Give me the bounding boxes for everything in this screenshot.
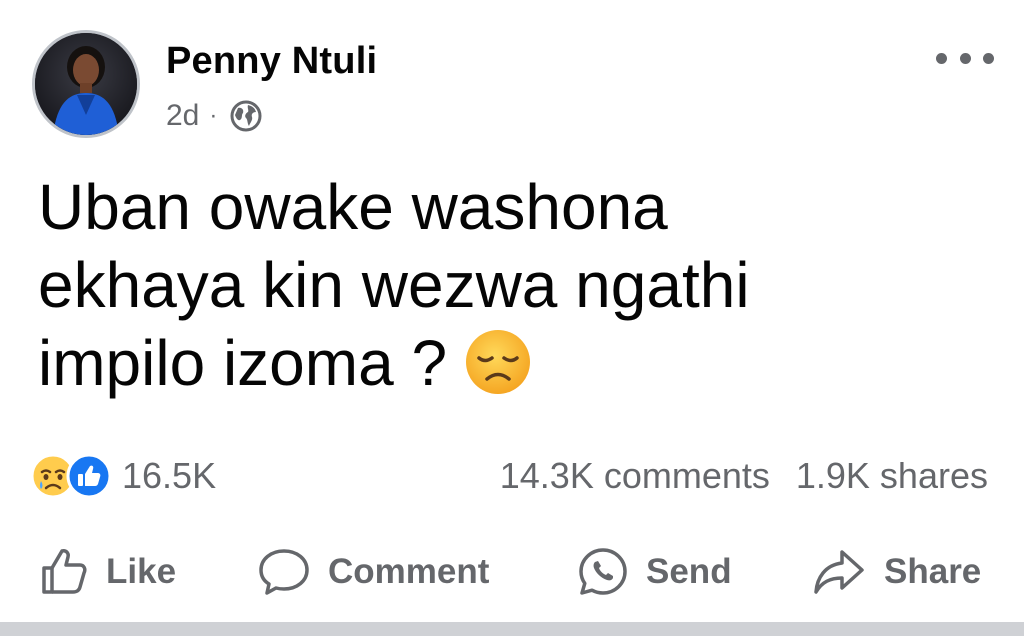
whatsapp-icon	[579, 548, 627, 595]
thumbs-up-icon	[42, 549, 87, 594]
shares-count[interactable]: 1.9K shares	[796, 455, 988, 497]
comments-count[interactable]: 14.3K comments	[500, 455, 770, 497]
globe-icon[interactable]	[229, 99, 263, 133]
reaction-summary[interactable]: 16.5K	[30, 452, 216, 500]
feed-divider	[0, 622, 1024, 636]
post-meta: 2d ·	[166, 96, 263, 136]
author-name[interactable]: Penny Ntuli	[166, 40, 377, 83]
post-text-line-last: impilo izoma ?	[38, 324, 998, 402]
comment-button[interactable]: Comment	[256, 540, 489, 604]
engagement-stats: 14.3K comments 1.9K shares	[500, 452, 988, 500]
meta-separator: ·	[209, 102, 218, 129]
post-text-line: ekhaya kin wezwa ngathi	[38, 249, 750, 321]
like-button[interactable]: Like	[38, 540, 176, 604]
disappointed-face-emoji	[466, 330, 531, 394]
dot-icon	[959, 52, 971, 64]
author-avatar[interactable]	[32, 30, 140, 138]
post-text: Uban owake washona ekhaya kin wezwa ngat…	[38, 168, 998, 402]
share-label: Share	[884, 552, 982, 591]
comment-label: Comment	[328, 552, 490, 591]
dot-icon	[983, 52, 994, 64]
like-reaction-icon	[66, 453, 112, 499]
like-label: Like	[106, 552, 177, 591]
share-arrow-icon	[814, 550, 864, 594]
post-text-line: Uban owake washona	[38, 171, 668, 243]
more-options-button[interactable]	[936, 40, 994, 76]
action-bar: Like Comment Send Share	[0, 540, 1024, 604]
share-button[interactable]: Share	[810, 540, 981, 604]
dot-icon	[936, 52, 947, 64]
send-label: Send	[646, 552, 732, 591]
post-card: Penny Ntuli 2d · Uban owake washona ekha…	[0, 0, 1024, 622]
post-time[interactable]: 2d	[166, 99, 199, 133]
send-button[interactable]: Send	[576, 540, 732, 604]
reaction-count[interactable]: 16.5K	[122, 455, 216, 497]
comment-bubble-icon	[259, 549, 309, 595]
post-text-line: impilo izoma ?	[38, 327, 448, 399]
